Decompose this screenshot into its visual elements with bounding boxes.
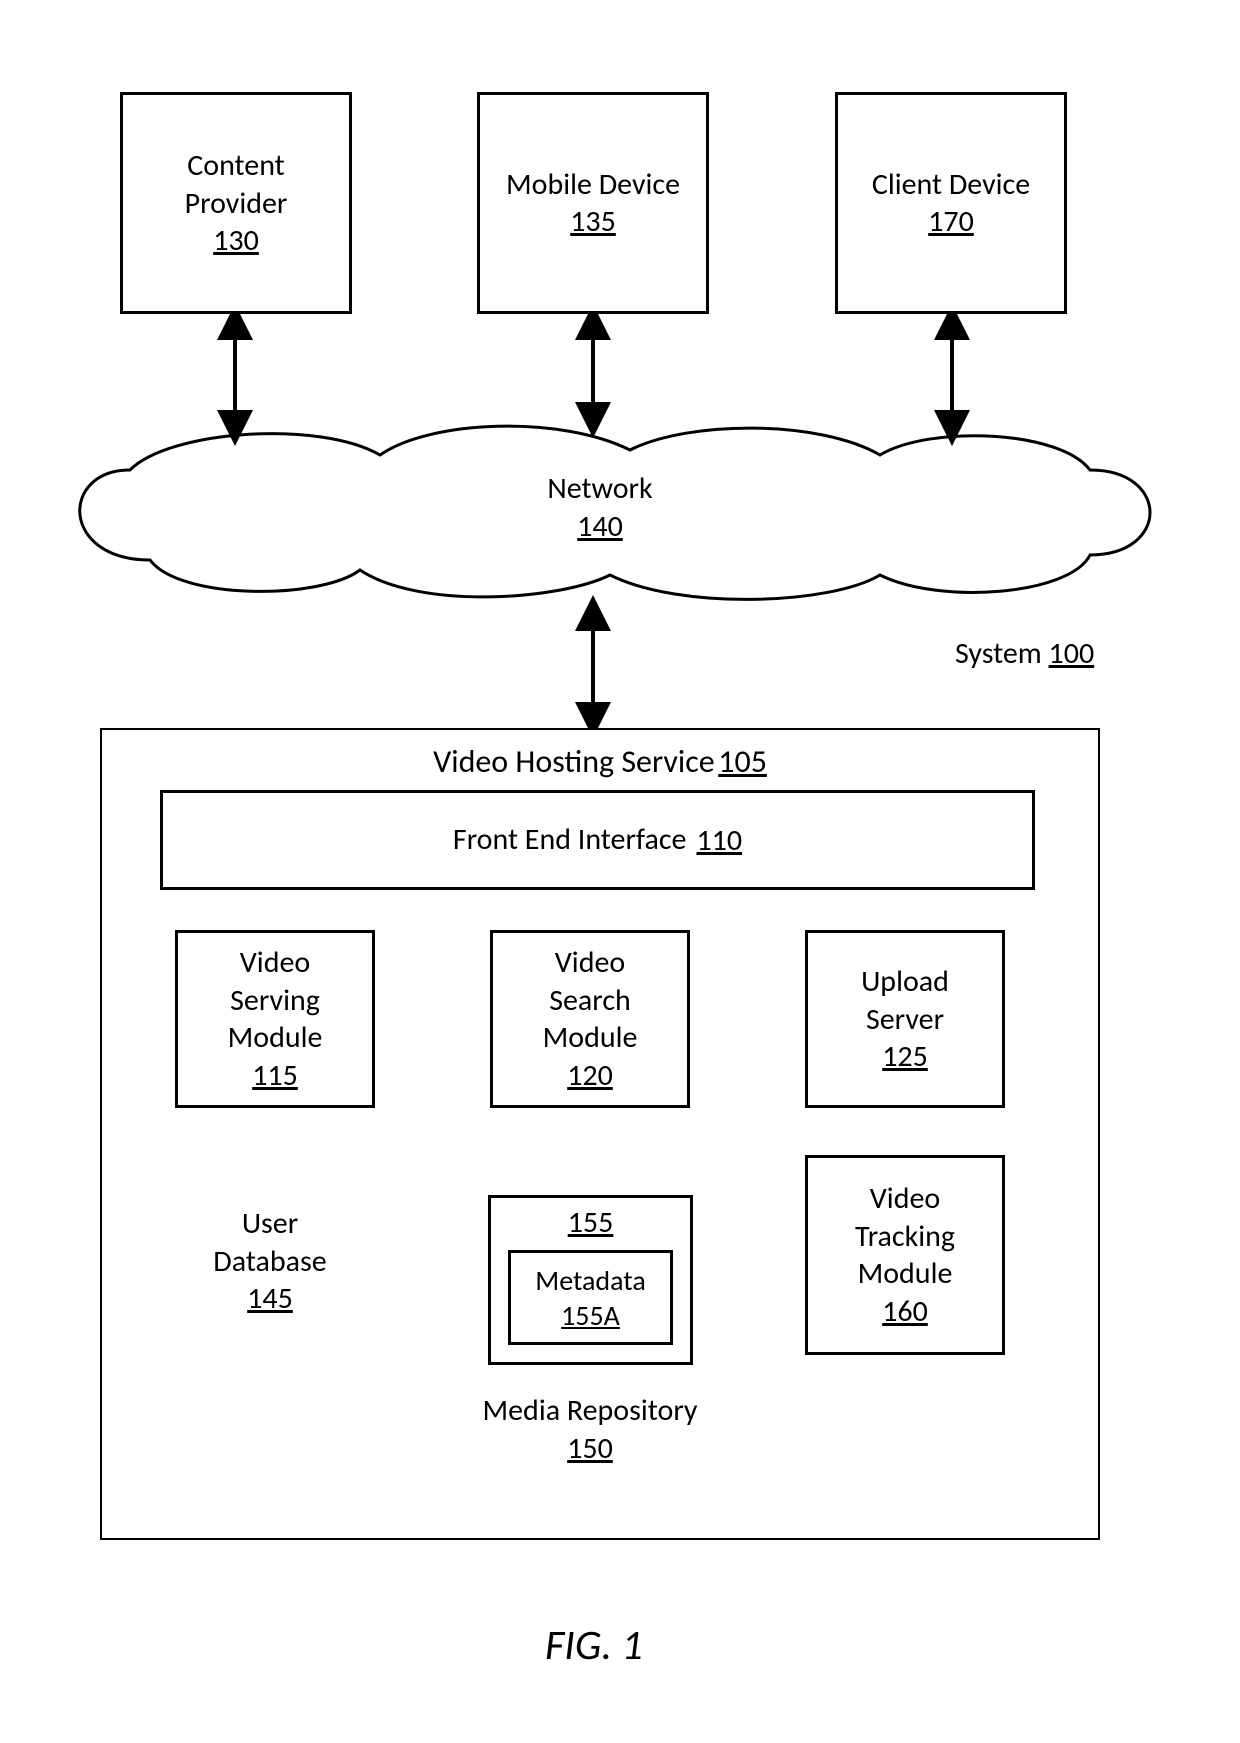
video-hosting-service-title: Video Hosting Service (433, 742, 715, 781)
network-ref: 140 (500, 508, 700, 545)
network-label-group: Network 140 (500, 470, 700, 545)
metadata-box: Metadata 155A (508, 1250, 673, 1345)
media-repository-label: Media Repository (460, 1392, 720, 1430)
video-serving-module-box: VideoServingModule 115 (175, 930, 375, 1108)
user-database-label-group: UserDatabase 145 (160, 1205, 380, 1317)
media-inner-outer-ref: 155 (568, 1204, 614, 1241)
mobile-device-ref: 135 (570, 203, 616, 240)
video-tracking-module-box: VideoTrackingModule 160 (805, 1155, 1005, 1355)
video-search-module-label: VideoSearchModule (543, 944, 638, 1057)
video-tracking-module-ref: 160 (882, 1293, 928, 1330)
mobile-device-label: Mobile Device (506, 166, 680, 204)
metadata-ref: 155A (561, 1298, 620, 1333)
client-device-box: Client Device 170 (835, 92, 1067, 314)
metadata-label: Metadata (535, 1263, 645, 1298)
user-database-ref: 145 (160, 1280, 380, 1317)
media-repository-ref: 150 (460, 1430, 720, 1467)
system-label-group: System 100 (955, 635, 1094, 672)
user-database-label: UserDatabase (160, 1205, 380, 1280)
mobile-device-box: Mobile Device 135 (477, 92, 709, 314)
video-search-module-box: VideoSearchModule 120 (490, 930, 690, 1108)
upload-server-ref: 125 (882, 1038, 928, 1075)
video-search-module-ref: 120 (567, 1057, 613, 1094)
video-tracking-module-label: VideoTrackingModule (855, 1180, 955, 1293)
content-provider-box: ContentProvider 130 (120, 92, 352, 314)
upload-server-label: UploadServer (861, 963, 949, 1038)
client-device-ref: 170 (928, 203, 974, 240)
video-serving-module-ref: 115 (252, 1057, 298, 1094)
video-hosting-service-ref: 105 (718, 742, 767, 781)
system-label: System (955, 635, 1042, 672)
video-serving-module-label: VideoServingModule (228, 944, 323, 1057)
front-end-interface-label: Front End Interface (453, 821, 687, 859)
front-end-interface-box: Front End Interface 110 (160, 790, 1035, 890)
client-device-label: Client Device (872, 166, 1030, 204)
video-hosting-service-title-group: Video Hosting Service 105 (100, 742, 1100, 781)
network-label: Network (500, 470, 700, 508)
figure-caption: FIG. 1 (545, 1620, 643, 1671)
content-provider-ref: 130 (213, 222, 259, 259)
media-repository-label-group: Media Repository 150 (460, 1392, 720, 1467)
upload-server-box: UploadServer 125 (805, 930, 1005, 1108)
front-end-interface-ref: 110 (696, 822, 742, 859)
system-ref: 100 (1049, 635, 1095, 672)
content-provider-label: ContentProvider (185, 147, 288, 222)
